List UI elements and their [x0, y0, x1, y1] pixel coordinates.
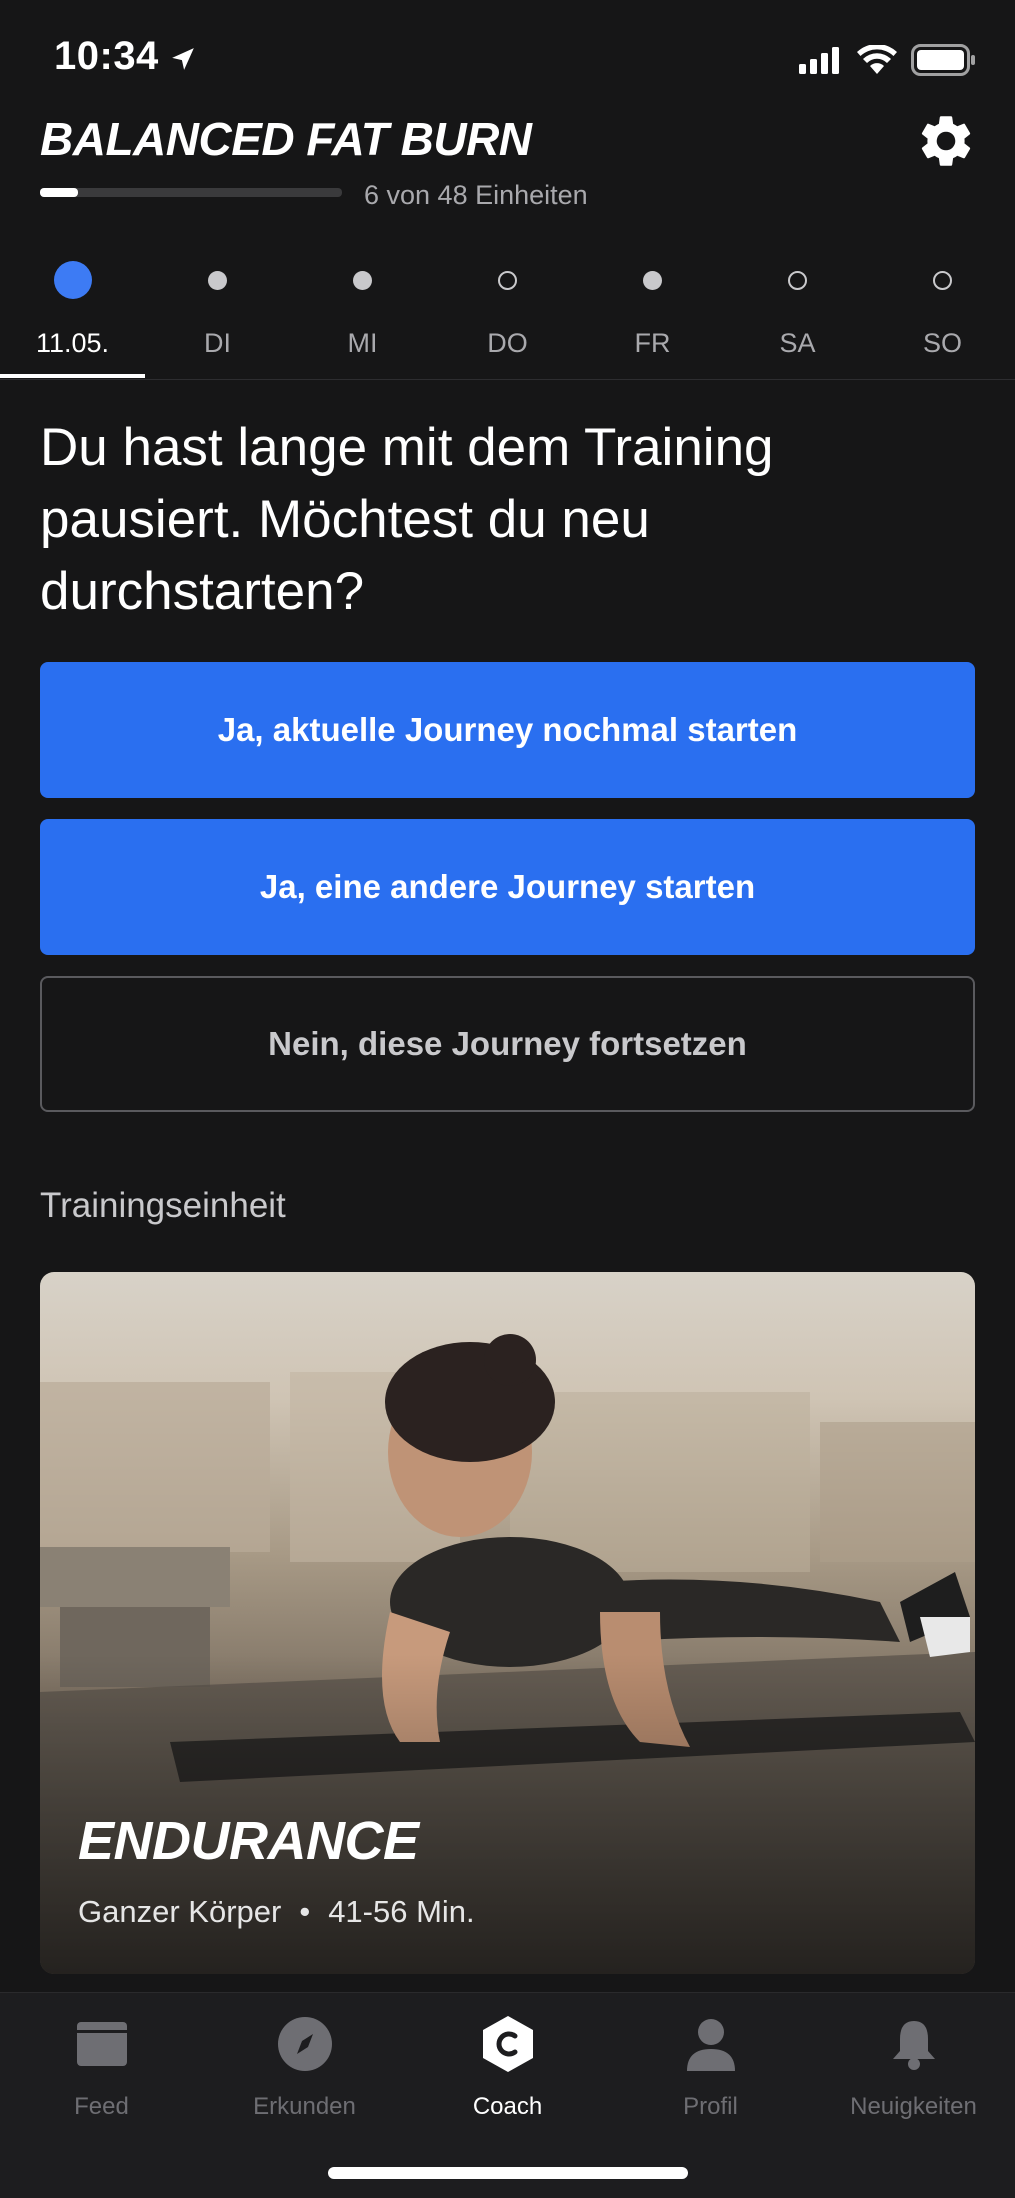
wifi-icon [857, 45, 897, 74]
tab-coach-label: Coach [472, 2093, 543, 2120]
tab-news-label: Neuigkeiten [850, 2093, 977, 2120]
start-other-journey-button[interactable]: Ja, eine andere Journey starten [40, 819, 975, 955]
coach-icon [482, 2016, 533, 2072]
selected-day-underline [0, 374, 145, 378]
tab-coach[interactable]: Coach [406, 2011, 609, 2131]
workout-title: ENDURANCE [78, 1811, 419, 1871]
day-status-dot [788, 270, 807, 290]
day-5[interactable]: SA [725, 248, 870, 380]
tab-explore[interactable]: Erkunden [203, 2011, 406, 2131]
feed-icon [76, 2022, 127, 2066]
settings-button[interactable] [915, 110, 977, 172]
gear-icon [921, 116, 971, 166]
day-label: FR [634, 328, 671, 358]
plan-progress-text: 6 von 48 Einheiten [364, 180, 588, 210]
plan-title: BALANCED FAT BURN [40, 113, 532, 165]
tab-feed-label: Feed [74, 2093, 129, 2120]
restart-question: Du hast lange mit dem Training pausiert.… [40, 418, 774, 621]
week-day-selector: 11.05. DI MI DO FR SA SO [0, 248, 1015, 380]
signal-icon [799, 47, 839, 74]
plan-progress-bar [40, 188, 342, 197]
profile-icon [686, 2019, 735, 2071]
plan-progress-fill [40, 188, 78, 197]
continue-journey-button[interactable]: Nein, diese Journey fortsetzen [40, 976, 975, 1112]
day-status-dot [643, 270, 662, 290]
bell-icon [892, 2021, 935, 2070]
day-status-dot [53, 261, 92, 299]
tab-profile[interactable]: Profil [609, 2011, 812, 2131]
day-3[interactable]: DO [435, 248, 580, 380]
workout-duration: 41-56 Min. [328, 1894, 475, 1929]
tab-news[interactable]: Neuigkeiten [812, 2011, 1015, 2131]
day-4[interactable]: FR [580, 248, 725, 380]
tab-profile-label: Profil [683, 2093, 738, 2120]
meta-separator: • [299, 1894, 311, 1929]
workout-card[interactable]: ENDURANCE Ganzer Körper • 41-56 Min. [40, 1272, 975, 1974]
day-label: 11.05. [35, 328, 110, 358]
day-status-dot [498, 270, 517, 290]
day-status-dot [208, 270, 227, 290]
day-1[interactable]: DI [145, 248, 290, 380]
day-label: SO [922, 328, 962, 358]
section-label-workout: Trainingseinheit [40, 1186, 286, 1225]
day-2[interactable]: MI [290, 248, 435, 380]
day-label: MI [347, 328, 378, 358]
battery-icon [911, 44, 975, 76]
workout-meta: Ganzer Körper • 41-56 Min. [78, 1894, 475, 1930]
days-divider [0, 379, 1015, 380]
tab-feed[interactable]: Feed [0, 2011, 203, 2131]
day-label: SA [779, 328, 816, 358]
status-time: 10:34 [54, 34, 159, 78]
day-label: DO [487, 328, 528, 358]
home-indicator [328, 2167, 688, 2179]
tab-explore-label: Erkunden [253, 2093, 356, 2120]
day-status-dot [353, 270, 372, 290]
compass-icon [277, 2017, 332, 2071]
location-arrow-icon [172, 48, 194, 70]
restart-journey-button[interactable]: Ja, aktuelle Journey nochmal starten [40, 662, 975, 798]
day-status-dot [933, 270, 952, 290]
day-0[interactable]: 11.05. [0, 248, 145, 380]
workout-focus: Ganzer Körper [78, 1894, 282, 1929]
day-label: DI [204, 328, 231, 358]
day-6[interactable]: SO [870, 248, 1015, 380]
status-bar: 10:34 [0, 0, 1015, 110]
